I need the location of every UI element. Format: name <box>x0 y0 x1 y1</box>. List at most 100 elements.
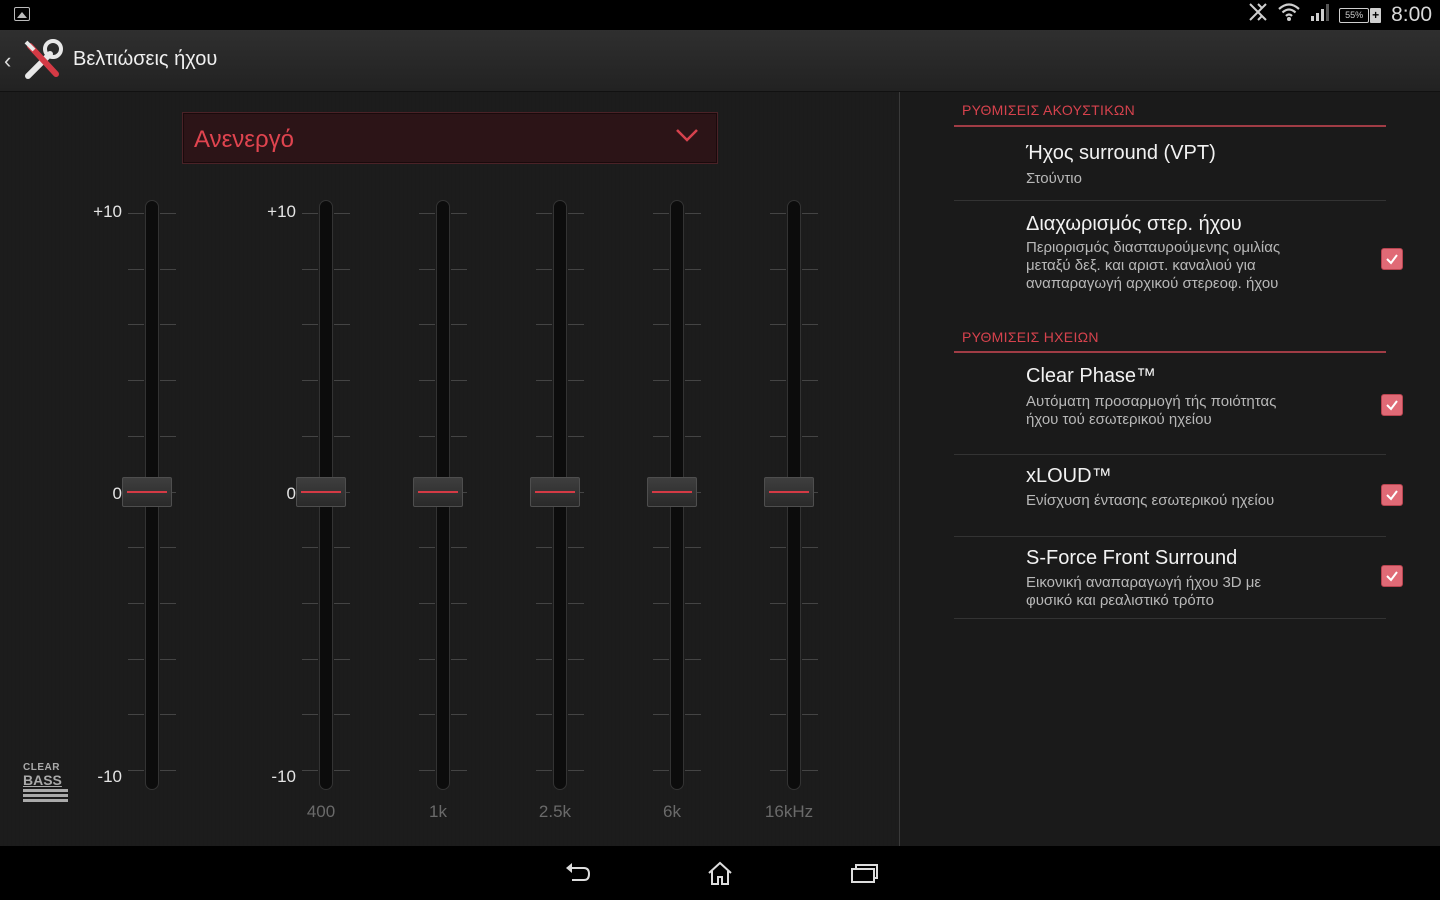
back-chevron-icon[interactable]: ‹ <box>4 48 11 74</box>
settings-panel: ΡΥΘΜΙΣΕΙΣ ΑΚΟΥΣΤΙΚΩΝ Ήχος surround (VPT)… <box>900 92 1440 846</box>
preset-dropdown[interactable]: Ανενεργό <box>182 112 718 164</box>
pref-surround-vpt[interactable]: Ήχος surround (VPT) Στούντιο <box>954 127 1386 200</box>
pref-s-force-front-surround[interactable]: S-Force Front Surround Εικονική αναπαραγ… <box>954 537 1403 617</box>
slider-tick <box>302 324 318 326</box>
slider-tick <box>568 658 584 660</box>
action-bar: ‹ Βελτιώσεις ήχου <box>0 30 1440 92</box>
slider-tick <box>802 658 818 660</box>
speaker-settings-header: ΡΥΘΜΙΣΕΙΣ ΗΧΕΙΩΝ <box>962 329 1099 345</box>
slider-tick <box>802 213 818 214</box>
eq-band-slider[interactable] <box>647 200 707 800</box>
slider-tick <box>536 602 552 604</box>
slider-tick <box>451 770 467 771</box>
slider-tick <box>802 435 818 437</box>
slider-tick <box>536 658 552 660</box>
slider-tick <box>770 380 786 382</box>
slider-tick <box>653 547 669 549</box>
pref-summary: Στούντιο <box>1026 170 1082 187</box>
slider-tick <box>160 602 176 604</box>
slider-tick <box>302 435 318 437</box>
slider-knob[interactable] <box>647 476 697 507</box>
pref-stereo-separation[interactable]: Διαχωρισμός στερ. ήχου Περιορισμός διαστ… <box>954 201 1403 319</box>
wifi-icon <box>1277 2 1301 28</box>
slider-tick <box>770 770 786 771</box>
scale-mid-label: 0 <box>286 484 296 503</box>
slider-tick <box>685 380 701 382</box>
stereo-separation-checkbox[interactable] <box>1381 248 1403 270</box>
slider-tick <box>685 268 701 270</box>
slider-tick <box>128 658 144 660</box>
slider-tick <box>685 213 701 214</box>
slider-tick <box>160 714 176 716</box>
eq-band-slider[interactable] <box>296 200 356 800</box>
slider-tick <box>770 547 786 549</box>
slider-tick <box>653 602 669 604</box>
slider-tick <box>419 324 435 326</box>
slider-tick <box>653 324 669 326</box>
slider-tick <box>568 714 584 716</box>
slider-tick <box>160 213 176 214</box>
eq-band-slider[interactable] <box>122 200 182 800</box>
slider-knob[interactable] <box>296 476 346 507</box>
slider-tick <box>334 324 350 326</box>
slider-tick <box>770 658 786 660</box>
slider-knob[interactable] <box>413 476 463 507</box>
band-frequency-label: 1k <box>429 802 447 821</box>
eq-band-slider[interactable] <box>764 200 824 800</box>
headphone-settings-header: ΡΥΘΜΙΣΕΙΣ ΑΚΟΥΣΤΙΚΩΝ <box>962 102 1136 118</box>
slider-tick <box>128 547 144 549</box>
slider-tick <box>302 658 318 660</box>
gallery-notification-icon <box>14 7 30 21</box>
pref-summary: Περιορισμός διασταυρούμενης ομιλίας μετα… <box>1026 239 1281 292</box>
slider-tick <box>685 547 701 549</box>
slider-tick <box>160 770 176 771</box>
pref-summary: Αυτόματη προσαρμογή τής ποιότητας ήχου τ… <box>1026 393 1277 428</box>
slider-tick <box>685 658 701 660</box>
slider-tick <box>536 380 552 382</box>
scale-top-label: +10 <box>267 202 296 221</box>
slider-tick <box>770 268 786 270</box>
slider-knob[interactable] <box>764 476 814 507</box>
battery-icon: 55% <box>1339 7 1382 23</box>
slider-tick <box>160 268 176 270</box>
slider-tick <box>685 770 701 771</box>
slider-tick <box>653 435 669 437</box>
slider-tick <box>568 268 584 270</box>
slider-tick <box>770 213 786 214</box>
slider-tick <box>451 602 467 604</box>
pref-title: Clear Phase™ <box>1026 365 1157 387</box>
recent-apps-icon[interactable] <box>849 858 879 888</box>
slider-tick <box>568 324 584 326</box>
slider-tick <box>653 770 669 771</box>
band-frequency-label: 16kHz <box>764 802 814 821</box>
slider-tick <box>568 770 584 771</box>
slider-tick <box>568 380 584 382</box>
pref-clear-phase[interactable]: Clear Phase™ Αυτόματη προσαρμογή τής ποι… <box>954 354 1403 454</box>
slider-tick <box>302 213 318 214</box>
scale-top-label: +10 <box>93 202 122 221</box>
slider-tick <box>536 547 552 549</box>
status-icons: 55% 8:00 <box>1247 3 1432 27</box>
back-icon[interactable] <box>562 858 592 888</box>
s-force-checkbox[interactable] <box>1381 565 1403 587</box>
slider-tick <box>536 213 552 214</box>
clear-phase-checkbox[interactable] <box>1381 394 1403 416</box>
xloud-checkbox[interactable] <box>1381 484 1403 506</box>
slider-tick <box>128 435 144 437</box>
band-frequency-label: 400 <box>306 802 336 821</box>
slider-tick <box>568 435 584 437</box>
slider-tick <box>419 268 435 270</box>
slider-tick <box>419 658 435 660</box>
home-icon[interactable] <box>705 858 735 888</box>
slider-tick <box>653 213 669 214</box>
section-divider <box>954 351 1386 353</box>
slider-tick <box>685 324 701 326</box>
tools-icon[interactable] <box>20 38 64 82</box>
eq-band-slider[interactable] <box>413 200 473 800</box>
pref-xloud[interactable]: xLOUD™ Ενίσχυση έντασης εσωτερικού ηχείο… <box>954 455 1403 535</box>
slider-knob[interactable] <box>122 476 172 507</box>
slider-knob[interactable] <box>530 476 580 507</box>
eq-band-slider[interactable] <box>530 200 590 800</box>
slider-tick <box>451 714 467 716</box>
slider-tick <box>334 770 350 771</box>
